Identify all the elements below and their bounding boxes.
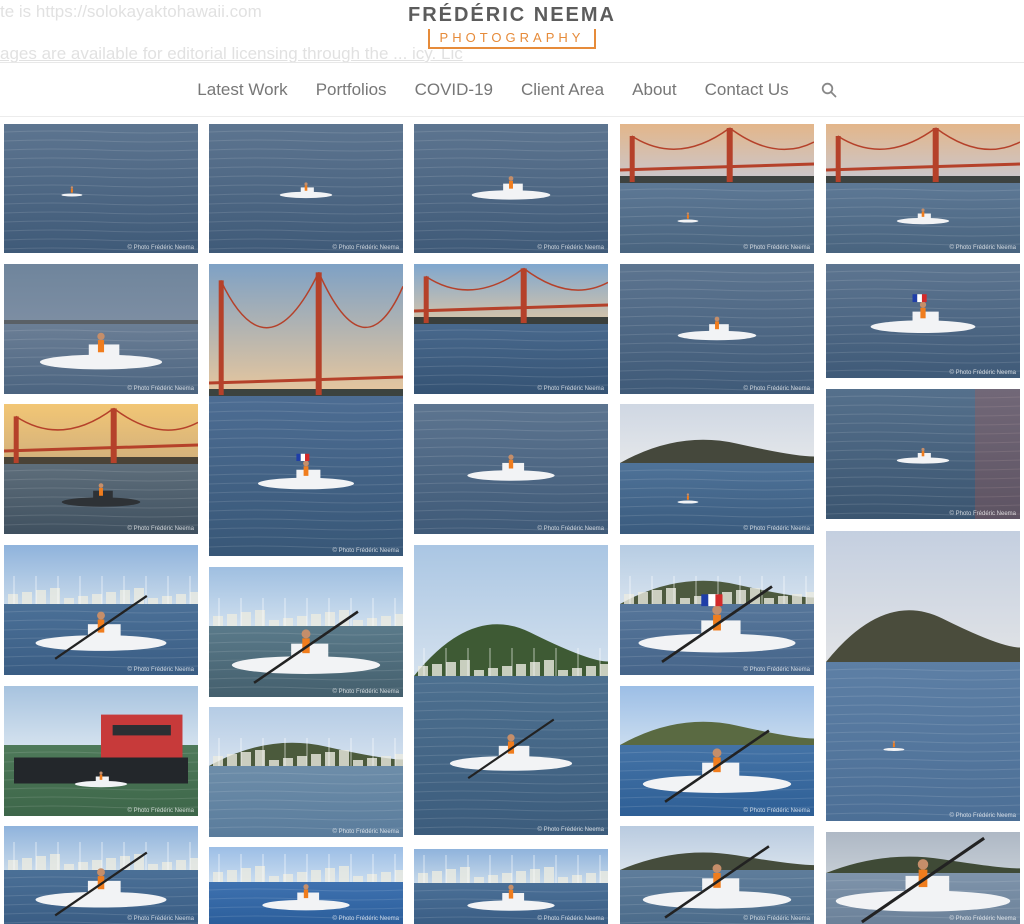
photo-watermark: © Photo Frédéric Neema xyxy=(743,526,810,532)
photo-watermark: © Photo Frédéric Neema xyxy=(127,386,194,392)
gallery-photo[interactable]: © Photo Frédéric Neema xyxy=(4,404,198,534)
gallery-photo[interactable]: © Photo Frédéric Neema xyxy=(620,686,814,816)
logo-name: FRÉDÉRIC NEEMA xyxy=(407,4,616,26)
photo-watermark: © Photo Frédéric Neema xyxy=(949,245,1016,251)
nav-client-area[interactable]: Client Area xyxy=(521,80,604,100)
photo-watermark: © Photo Frédéric Neema xyxy=(537,526,604,532)
gallery-photo[interactable]: © Photo Frédéric Neema xyxy=(826,531,1020,821)
gallery-photo[interactable]: © Photo Frédéric Neema xyxy=(826,264,1020,378)
gallery-photo[interactable]: © Photo Frédéric Neema xyxy=(209,264,403,556)
photo-watermark: © Photo Frédéric Neema xyxy=(743,808,810,814)
gallery-photo[interactable]: © Photo Frédéric Neema xyxy=(209,707,403,837)
gallery-photo[interactable]: © Photo Frédéric Neema xyxy=(620,264,814,394)
gallery-photo[interactable]: © Photo Frédéric Neema xyxy=(4,826,198,924)
photo-watermark: © Photo Frédéric Neema xyxy=(537,245,604,251)
photo-watermark: © Photo Frédéric Neema xyxy=(127,916,194,922)
gallery-photo[interactable]: © Photo Frédéric Neema xyxy=(414,849,608,924)
main-nav: Latest Work Portfolios COVID-19 Client A… xyxy=(0,78,1024,102)
gallery-photo[interactable]: © Photo Frédéric Neema xyxy=(826,832,1020,924)
photo-watermark: © Photo Frédéric Neema xyxy=(537,827,604,833)
photo-watermark: © Photo Frédéric Neema xyxy=(949,370,1016,376)
gallery-photo[interactable]: © Photo Frédéric Neema xyxy=(209,567,403,697)
gallery-photo[interactable]: © Photo Frédéric Neema xyxy=(209,847,403,924)
photo-watermark: © Photo Frédéric Neema xyxy=(743,667,810,673)
photo-watermark: © Photo Frédéric Neema xyxy=(127,245,194,251)
nav-about[interactable]: About xyxy=(632,80,676,100)
header-divider xyxy=(0,62,1024,63)
gallery-photo[interactable]: © Photo Frédéric Neema xyxy=(620,545,814,675)
photo-watermark: © Photo Frédéric Neema xyxy=(332,689,399,695)
photo-watermark: © Photo Frédéric Neema xyxy=(743,386,810,392)
gallery-photo[interactable]: © Photo Frédéric Neema xyxy=(620,404,814,534)
photo-watermark: © Photo Frédéric Neema xyxy=(332,916,399,922)
gallery-photo[interactable]: © Photo Frédéric Neema xyxy=(4,264,198,394)
photo-watermark: © Photo Frédéric Neema xyxy=(537,386,604,392)
gallery-photo[interactable]: © Photo Frédéric Neema xyxy=(4,124,198,253)
gallery-photo[interactable]: © Photo Frédéric Neema xyxy=(414,124,608,253)
nav-divider xyxy=(0,116,1024,117)
photo-watermark: © Photo Frédéric Neema xyxy=(949,813,1016,819)
photo-watermark: © Photo Frédéric Neema xyxy=(332,245,399,251)
nav-latest-work[interactable]: Latest Work xyxy=(197,80,287,100)
gallery-photo[interactable]: © Photo Frédéric Neema xyxy=(209,124,403,253)
gallery-photo[interactable]: © Photo Frédéric Neema xyxy=(620,124,814,253)
photo-watermark: © Photo Frédéric Neema xyxy=(332,548,399,554)
site-logo[interactable]: FRÉDÉRIC NEEMA PHOTOGRAPHY xyxy=(0,4,1024,49)
photo-watermark: © Photo Frédéric Neema xyxy=(127,808,194,814)
gallery-photo[interactable]: © Photo Frédéric Neema xyxy=(4,686,198,816)
photo-watermark: © Photo Frédéric Neema xyxy=(743,245,810,251)
gallery-photo[interactable]: © Photo Frédéric Neema xyxy=(4,545,198,675)
nav-contact-us[interactable]: Contact Us xyxy=(705,80,789,100)
logo-frame: PHOTOGRAPHY xyxy=(427,29,597,49)
photo-watermark: © Photo Frédéric Neema xyxy=(127,526,194,532)
photo-watermark: © Photo Frédéric Neema xyxy=(743,916,810,922)
gallery-photo[interactable]: © Photo Frédéric Neema xyxy=(414,545,608,835)
photo-watermark: © Photo Frédéric Neema xyxy=(127,667,194,673)
photo-watermark: © Photo Frédéric Neema xyxy=(537,916,604,922)
nav-covid-19[interactable]: COVID-19 xyxy=(415,80,493,100)
nav-portfolios[interactable]: Portfolios xyxy=(316,80,387,100)
search-icon[interactable] xyxy=(817,78,841,102)
gallery-photo[interactable]: © Photo Frédéric Neema xyxy=(826,124,1020,253)
gallery-photo[interactable]: © Photo Frédéric Neema xyxy=(620,826,814,924)
photo-watermark: © Photo Frédéric Neema xyxy=(949,511,1016,517)
logo-subtitle: PHOTOGRAPHY xyxy=(439,30,585,45)
gallery-photo[interactable]: © Photo Frédéric Neema xyxy=(414,264,608,394)
photo-watermark: © Photo Frédéric Neema xyxy=(949,916,1016,922)
photo-watermark: © Photo Frédéric Neema xyxy=(332,829,399,835)
gallery-photo[interactable]: © Photo Frédéric Neema xyxy=(414,404,608,534)
gallery-photo[interactable]: © Photo Frédéric Neema xyxy=(826,389,1020,519)
